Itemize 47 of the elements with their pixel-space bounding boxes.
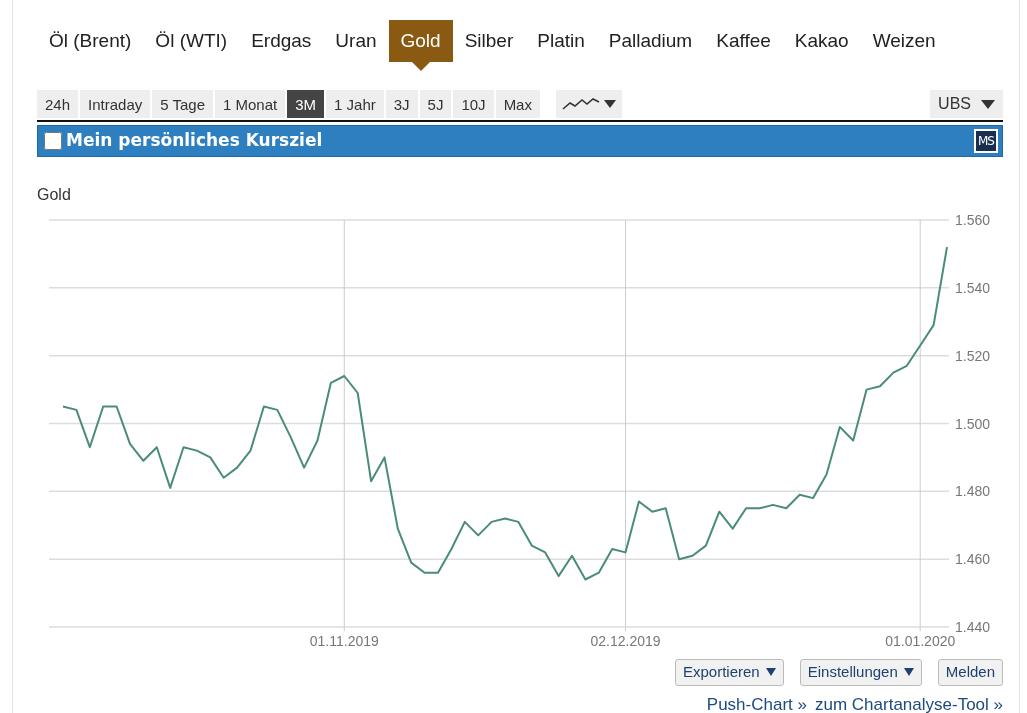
period-tab[interactable]: Max bbox=[495, 90, 540, 118]
commodity-tab[interactable]: Kakao bbox=[782, 20, 861, 62]
kursziel-checkbox[interactable] bbox=[44, 132, 62, 150]
kursziel-label: Mein persönliches Kursziel bbox=[66, 129, 323, 153]
commodity-tab[interactable]: Öl (Brent) bbox=[37, 20, 144, 62]
y-axis-label: 1.540 bbox=[955, 279, 991, 296]
line-chart-icon bbox=[561, 97, 600, 111]
caret-icon bbox=[903, 668, 914, 677]
x-axis-label: 01.01.2020 bbox=[885, 633, 956, 649]
commodity-tab[interactable]: Palladium bbox=[596, 20, 705, 62]
caret-icon bbox=[765, 668, 776, 677]
caret-icon bbox=[981, 99, 995, 109]
commodity-tab[interactable]: Uran bbox=[323, 20, 389, 62]
y-axis-label: 1.480 bbox=[955, 483, 991, 500]
period-tab[interactable]: 24h bbox=[37, 90, 79, 118]
period-tab[interactable]: 5 Tage bbox=[152, 90, 213, 118]
period-tab[interactable]: Intraday bbox=[80, 90, 151, 118]
x-axis-label: 01.11.2019 bbox=[309, 633, 379, 649]
period-tab[interactable]: 3J bbox=[385, 90, 418, 118]
period-tab[interactable]: 10J bbox=[453, 90, 494, 118]
dropdown-button[interactable]: Exportieren bbox=[675, 659, 784, 686]
y-axis-label: 1.500 bbox=[955, 415, 991, 432]
period-tab[interactable]: 5J bbox=[419, 90, 452, 118]
chart-link[interactable]: zum Chartanalyse-Tool » bbox=[814, 691, 1003, 713]
caret-icon bbox=[603, 100, 616, 108]
period-tab[interactable]: 1 Jahr bbox=[326, 90, 384, 118]
ms-badge[interactable]: MS bbox=[974, 129, 998, 153]
x-axis-label: 02.12.2019 bbox=[590, 633, 661, 649]
commodity-tab[interactable]: Kaffee bbox=[704, 20, 783, 62]
y-axis-label: 1.460 bbox=[955, 551, 991, 568]
commodity-tab[interactable]: Weizen bbox=[860, 20, 948, 62]
y-axis-label: 1.520 bbox=[955, 347, 991, 364]
period-tab[interactable]: 1 Monat bbox=[215, 90, 286, 118]
source-menu[interactable]: UBS bbox=[930, 90, 1003, 118]
chart-title: Gold bbox=[37, 185, 72, 205]
period-tab[interactable]: 3M bbox=[287, 90, 325, 118]
y-axis-label: 1.560 bbox=[955, 212, 991, 228]
chart-link[interactable]: Push-Chart » bbox=[706, 691, 807, 713]
chart-type-menu[interactable] bbox=[555, 90, 622, 118]
commodity-tab[interactable]: Silber bbox=[452, 20, 526, 62]
report-button[interactable]: Melden bbox=[937, 659, 1003, 686]
y-axis-label: 1.440 bbox=[955, 619, 991, 635]
tab-pointer bbox=[411, 62, 430, 71]
dropdown-button[interactable]: Einstellungen bbox=[799, 659, 922, 686]
commodity-tab[interactable]: Erdgas bbox=[239, 20, 324, 62]
commodity-tab[interactable]: Öl (WTI) bbox=[143, 20, 240, 62]
commodity-tab[interactable]: Platin bbox=[525, 20, 597, 62]
